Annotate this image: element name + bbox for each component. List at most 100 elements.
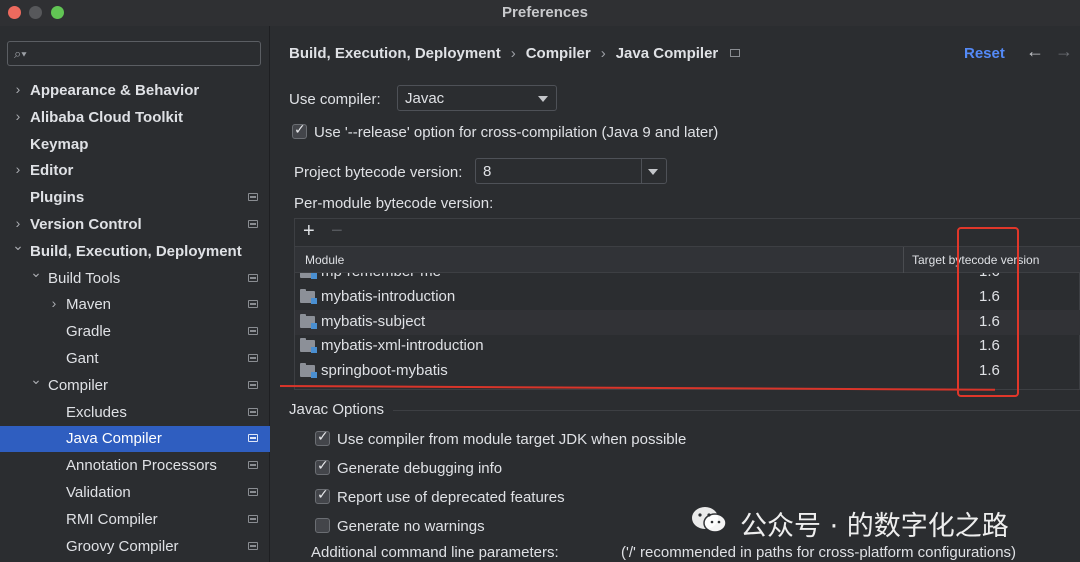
- sidebar-item[interactable]: › Editor: [0, 158, 270, 184]
- project-level-icon: [248, 354, 258, 362]
- project-bytecode-label: Project bytecode version:: [294, 164, 463, 181]
- column-divider[interactable]: [903, 247, 904, 273]
- settings-search-input[interactable]: ⌕▾: [7, 41, 261, 66]
- project-level-icon: [248, 193, 258, 202]
- chevron-right-icon[interactable]: ›: [48, 295, 60, 311]
- javac-option-checkbox[interactable]: [315, 487, 330, 504]
- title-bar: Preferences: [0, 0, 1080, 26]
- use-compiler-value: Javac: [405, 90, 445, 107]
- sidebar-item[interactable]: Gant: [0, 346, 270, 372]
- javac-option-label[interactable]: Generate debugging info: [337, 460, 502, 477]
- use-compiler-select[interactable]: Javac: [397, 85, 557, 111]
- chevron-right-icon[interactable]: ›: [12, 81, 24, 97]
- chevron-down-icon[interactable]: ⌄: [30, 264, 42, 281]
- combo-divider: [641, 159, 642, 183]
- sidebar-item[interactable]: › Appearance & Behavior: [0, 78, 270, 104]
- project-level-icon: [248, 300, 258, 309]
- section-divider: [393, 410, 1080, 411]
- project-level-icon: [248, 273, 258, 282]
- sidebar-item[interactable]: RMI Compiler: [0, 507, 270, 533]
- module-folder-icon: [300, 338, 317, 354]
- javac-option-checkbox[interactable]: [315, 458, 330, 475]
- project-level-icon: [730, 49, 741, 57]
- javac-option-checkbox[interactable]: [315, 518, 330, 533]
- project-level-icon: [248, 407, 258, 416]
- module-name: springboot-mybatis: [321, 362, 448, 380]
- chevron-right-icon[interactable]: ›: [12, 108, 24, 124]
- project-bytecode-select[interactable]: 8: [475, 158, 667, 184]
- module-folder-icon: [300, 289, 317, 304]
- use-compiler-label: Use compiler:: [289, 91, 381, 108]
- javac-option-label[interactable]: Generate no warnings: [337, 518, 485, 535]
- breadcrumb-separator: ›: [510, 45, 516, 62]
- sidebar-item-label: Alibaba Cloud Toolkit: [30, 108, 184, 126]
- project-level-icon: [248, 220, 258, 228]
- sidebar-item[interactable]: Keymap: [0, 132, 270, 158]
- chevron-down-icon[interactable]: ⌄: [30, 371, 42, 388]
- module-name: mybatis-introduction: [321, 288, 456, 305]
- sidebar-item-label: RMI Compiler: [66, 510, 158, 528]
- breadcrumb-item: Java Compiler: [615, 45, 719, 62]
- sidebar-item-label: Gant: [66, 350, 99, 367]
- sidebar-item[interactable]: › Alibaba Cloud Toolkit: [0, 105, 270, 131]
- additional-params-hint: ('/' recommended in paths for cross-plat…: [621, 544, 1017, 561]
- sidebar-item[interactable]: › Version Control: [0, 212, 270, 238]
- module-name: mybatis-xml-introduction: [321, 337, 484, 355]
- project-bytecode-value: 8: [483, 163, 492, 180]
- add-icon[interactable]: +: [303, 220, 315, 243]
- sidebar-item-label: Editor: [30, 162, 74, 180]
- javac-options-title: Javac Options: [289, 401, 385, 418]
- project-level-icon: [248, 488, 258, 496]
- per-module-label: Per-module bytecode version:: [294, 195, 494, 212]
- sidebar-item[interactable]: ⌄ Compiler: [0, 371, 270, 399]
- sidebar-item[interactable]: Gradle: [0, 319, 270, 345]
- release-option-label[interactable]: Use '--release' option for cross-compila…: [314, 124, 718, 141]
- javac-option-label[interactable]: Use compiler from module target JDK when…: [337, 431, 686, 448]
- sidebar-item[interactable]: Java Compiler: [0, 426, 270, 453]
- chevron-down-icon: [648, 169, 658, 175]
- project-level-icon: [248, 541, 258, 550]
- module-name: mp-remember-me: [321, 273, 441, 280]
- project-level-icon: [248, 514, 258, 523]
- javac-option-label[interactable]: Report use of deprecated features: [337, 489, 565, 506]
- breadcrumb-item[interactable]: Compiler: [526, 45, 591, 62]
- forward-arrow-icon[interactable]: →: [1055, 41, 1073, 62]
- sidebar-item[interactable]: ⌄ Build, Execution, Deployment: [0, 237, 270, 265]
- sidebar-item-label: Groovy Compiler: [66, 537, 179, 555]
- javac-option-checkbox[interactable]: [315, 429, 330, 446]
- sidebar-item-label: Plugins: [30, 189, 85, 207]
- sidebar-item-label: Build, Execution, Deployment: [30, 242, 242, 260]
- module-folder-icon: [300, 363, 317, 379]
- sidebar-item[interactable]: Validation: [0, 480, 270, 506]
- reset-button[interactable]: Reset: [964, 45, 1005, 62]
- back-arrow-icon[interactable]: ←: [1026, 41, 1044, 62]
- project-level-icon: [248, 380, 258, 389]
- window-title: Preferences: [502, 4, 588, 21]
- sidebar-item-label: Excludes: [66, 403, 127, 421]
- chevron-down-icon: [538, 96, 548, 102]
- remove-icon[interactable]: −: [331, 220, 343, 243]
- breadcrumb: Build, Execution, Deployment › Compiler › Ja…: [289, 45, 741, 62]
- project-level-icon: [248, 327, 258, 336]
- sidebar-item[interactable]: › Maven: [0, 292, 270, 318]
- sidebar-item[interactable]: Groovy Compiler: [0, 534, 270, 560]
- release-option-checkbox[interactable]: [292, 122, 307, 139]
- sidebar-item[interactable]: Annotation Processors: [0, 453, 270, 479]
- chevron-right-icon[interactable]: ›: [12, 161, 24, 177]
- project-level-icon: [248, 434, 258, 443]
- sidebar-item[interactable]: Excludes: [0, 400, 270, 426]
- column-header-module[interactable]: Module: [305, 253, 344, 267]
- sidebar-item-label: Build Tools: [48, 269, 121, 287]
- sidebar-item-label: Java Compiler: [66, 430, 162, 448]
- chevron-down-icon[interactable]: ⌄: [12, 237, 24, 254]
- breadcrumb-item[interactable]: Build, Execution, Deployment: [289, 45, 501, 62]
- sidebar-item[interactable]: Plugins: [0, 185, 270, 211]
- sidebar-item[interactable]: ⌄ Build Tools: [0, 264, 270, 292]
- additional-params-label: Additional command line parameters:: [311, 544, 559, 561]
- module-name: mybatis-subject: [321, 312, 426, 330]
- sidebar-item-label: Maven: [66, 296, 112, 314]
- sidebar-item-label: Annotation Processors: [66, 457, 217, 475]
- sidebar-item-label: Gradle: [66, 323, 112, 341]
- chevron-right-icon[interactable]: ›: [12, 215, 24, 231]
- settings-sidebar: ⌕▾ › Appearance & Behavior › Alibaba Cloud …: [0, 26, 270, 562]
